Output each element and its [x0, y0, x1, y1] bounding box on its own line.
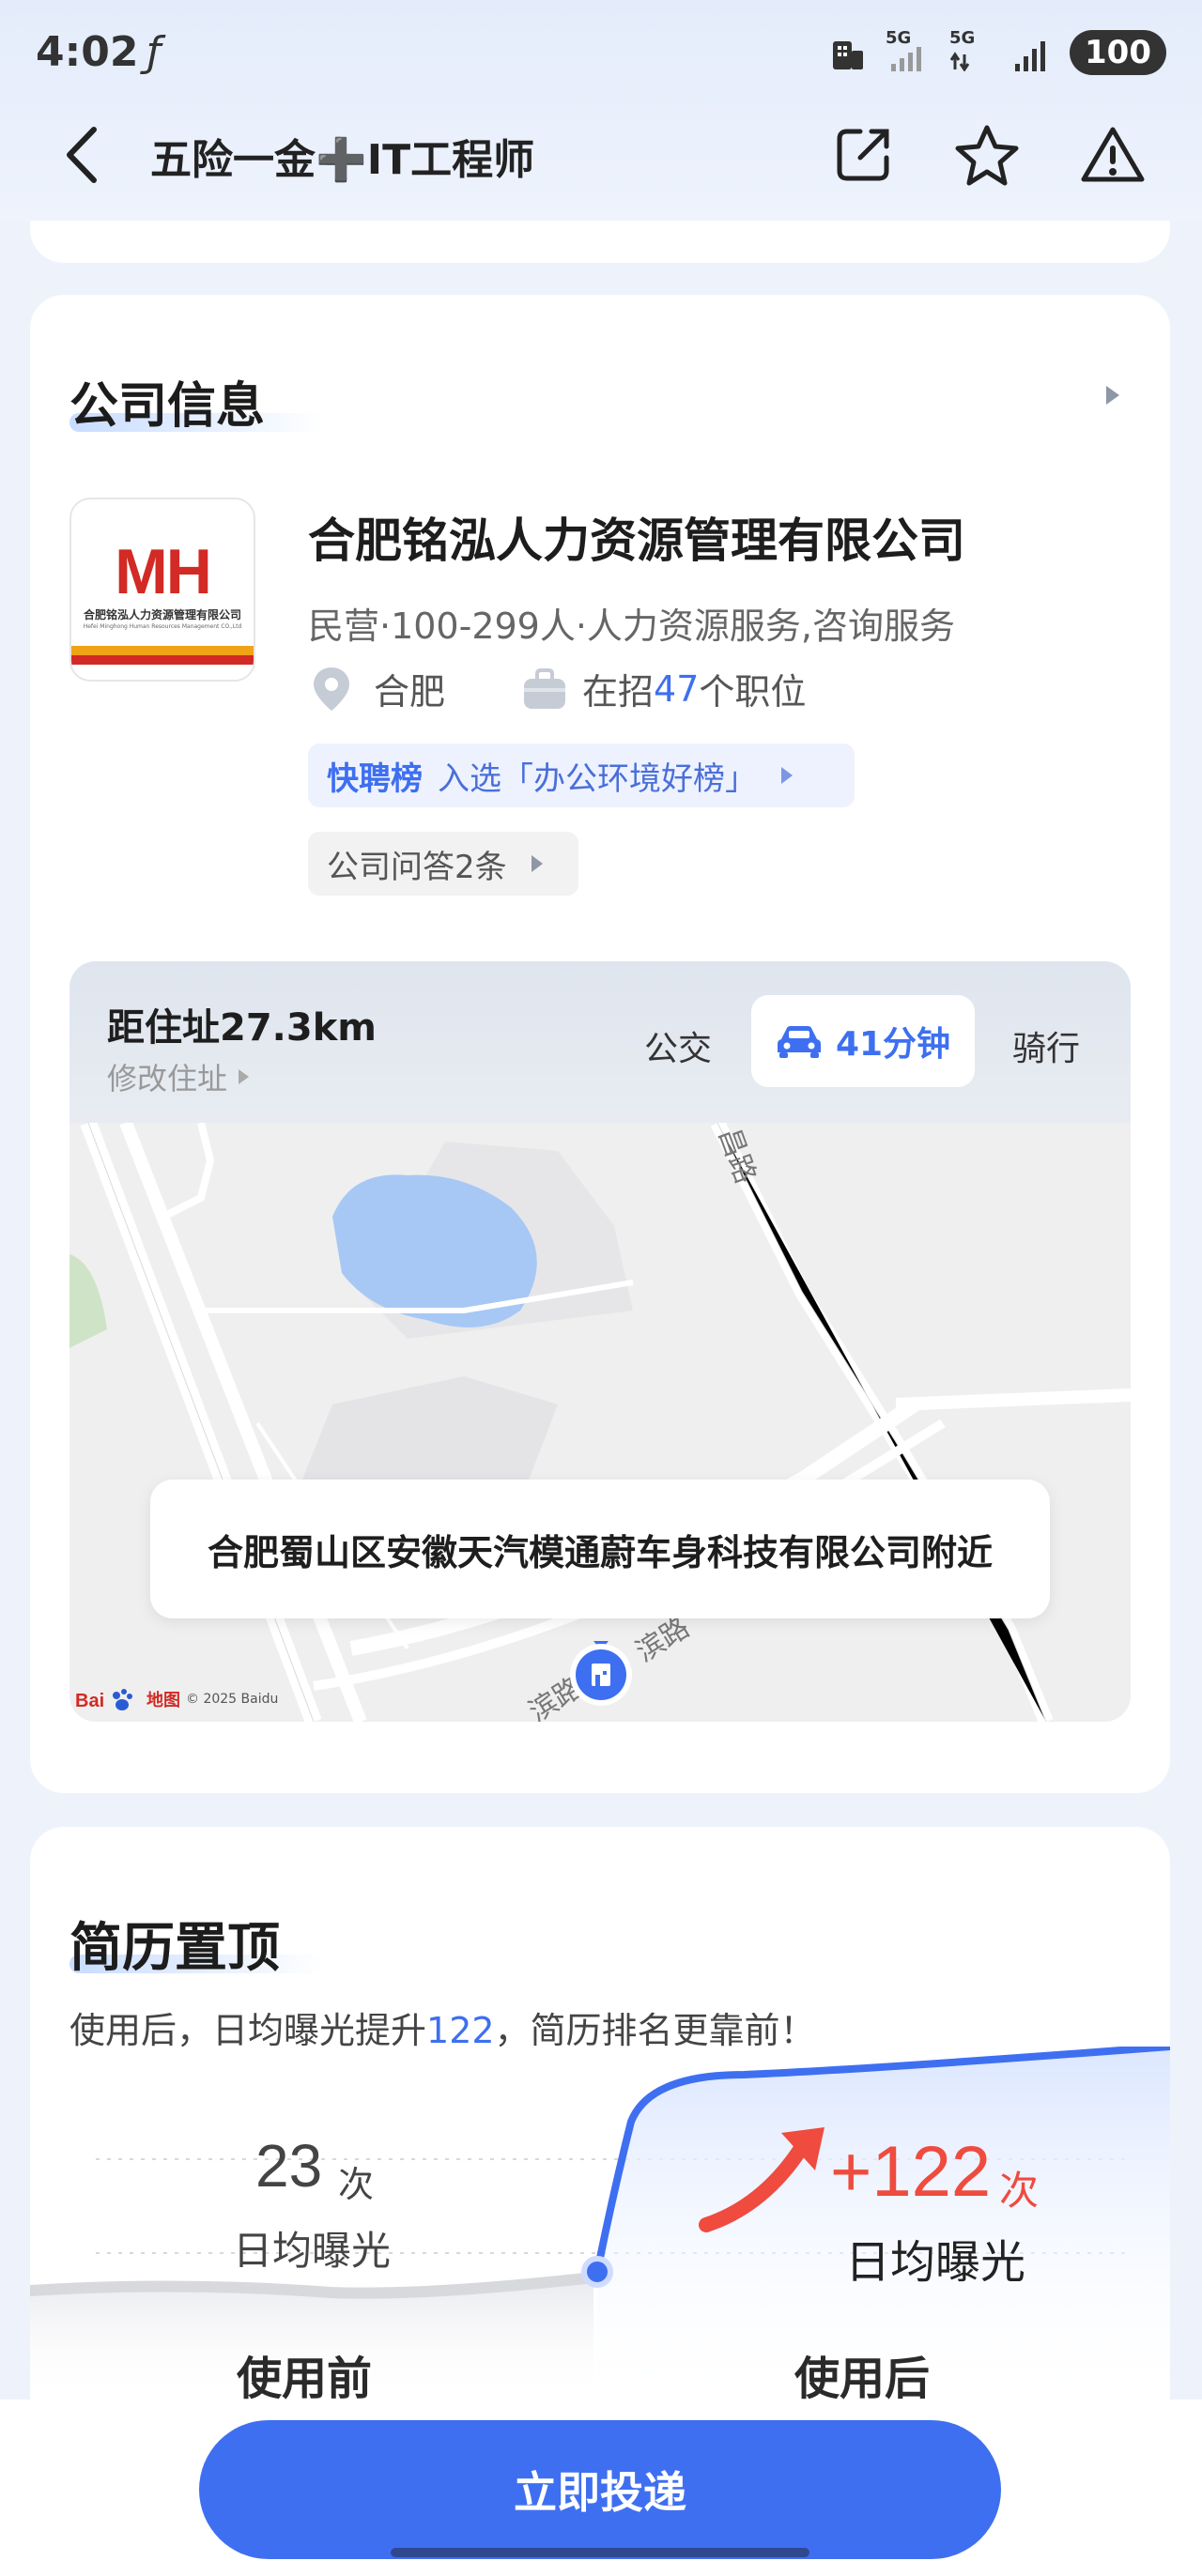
before-label: 日均曝光	[233, 2228, 392, 2274]
chevron-right-icon[interactable]	[1106, 386, 1119, 405]
exposure-curve	[30, 2047, 1170, 2394]
qa-text: 公司问答2条	[327, 848, 507, 886]
jobs-count: 47	[654, 667, 700, 710]
company-name[interactable]: 合肥铭泓人力资源管理有限公司	[308, 503, 965, 571]
back-icon[interactable]	[56, 124, 113, 186]
company-qa-tag[interactable]: 公司问答2条	[308, 832, 578, 896]
logo-english-text: Hefei Minghong Human Resources Managemen…	[83, 623, 242, 630]
period-before: 使用前	[237, 2353, 373, 2405]
distance-text: 距住址27.3km	[107, 1006, 377, 1050]
before-unit: 次	[338, 2164, 375, 2205]
logo-stripe	[71, 655, 254, 665]
ranking-text: 入选「办公环境好榜」	[438, 759, 757, 798]
jobs-prefix: 在招	[582, 671, 655, 713]
briefcase-icon	[524, 667, 565, 709]
status-icons: 5G 5G 100	[831, 28, 1166, 75]
commute-map: 距住址27.3km 修改住址 公交 41分钟 骑行 昌路 滨路 滨路 合肥蜀山区…	[69, 961, 1131, 1722]
commute-header: 距住址27.3km 修改住址 公交 41分钟 骑行	[69, 961, 1131, 1123]
apply-button[interactable]: 立即投递	[199, 2420, 1001, 2559]
signal-5g-icon: 5G	[886, 28, 931, 71]
network-label-1: 5G	[886, 28, 912, 48]
after-unit: 次	[999, 2168, 1040, 2214]
mode-car-duration: 41分钟	[835, 1025, 951, 1064]
status-time: 4:02	[36, 28, 139, 76]
baidu-paw-icon: Bai	[75, 1689, 132, 1711]
chevron-right-icon	[781, 767, 793, 784]
baidu-map-label: 地图	[146, 1691, 180, 1710]
map-roads	[69, 1123, 1131, 1722]
company-jobs[interactable]: 在招 47 个职位	[522, 663, 806, 714]
star-icon[interactable]	[950, 118, 1024, 192]
map-pin-icon[interactable]	[565, 1637, 637, 1709]
resume-subtitle: 使用后，日均曝光提升122，简历排名更靠前！	[69, 2001, 816, 2053]
logo-stripe	[71, 646, 254, 655]
ranking-name: 快聘榜	[327, 759, 423, 798]
share-icon[interactable]	[826, 118, 900, 192]
map-canvas[interactable]: 昌路 昌路 滨路 滨路 滨路 合肥蜀山区安徽天汽模通蔚车身科技有限公司附近 Ba…	[69, 1123, 1131, 1722]
subtitle-suffix: ，简历排名更靠前！	[494, 2010, 816, 2051]
period-after: 使用后	[794, 2353, 931, 2405]
battery-indicator: 100	[1070, 30, 1166, 75]
company-meta: 民营·100-299人·人力资源服务,咨询服务	[308, 606, 956, 647]
ranking-tag[interactable]: 快聘榜 入选「办公环境好榜」	[308, 744, 855, 807]
mode-bus-tab[interactable]: 公交	[644, 1021, 712, 1070]
car-icon	[777, 1026, 821, 1058]
subtitle-prefix: 使用后，日均曝光提升	[69, 2010, 427, 2051]
exposure-chart	[30, 2047, 1170, 2394]
status-bar: 4:02 ƒ 5G 5G 100	[0, 0, 1202, 103]
nav-bar: 五险一金➕IT工程师	[0, 103, 1202, 207]
edit-address-link[interactable]: 修改住址	[107, 1055, 250, 1098]
map-copyright: © 2025 Baidu	[186, 1692, 279, 1707]
home-indicator[interactable]	[391, 2548, 809, 2557]
mode-bike-tab[interactable]: 骑行	[1012, 1021, 1080, 1070]
signal-bars-icon	[1013, 34, 1051, 71]
baidu-map-logo: Bai 地图 © 2025 Baidu	[75, 1686, 278, 1712]
warning-icon[interactable]	[1076, 118, 1149, 192]
location-pin-icon	[314, 667, 349, 711]
app-notification-icon: ƒ	[146, 28, 162, 76]
signal-5g-data-icon: 5G	[949, 28, 994, 71]
network-label-2: 5G	[949, 28, 976, 48]
svg-text:Bai: Bai	[75, 1691, 104, 1711]
before-value: 23	[255, 2132, 323, 2200]
edit-address-label: 修改住址	[107, 1061, 228, 1096]
resume-section-title: 简历置顶	[69, 1918, 280, 1979]
subtitle-number: 122	[426, 2010, 495, 2051]
after-label: 日均曝光	[845, 2236, 1026, 2289]
bottom-action-bar: 立即投递	[0, 2400, 1202, 2576]
company-city: 合肥	[374, 671, 446, 713]
company-logo: MH 合肥铭泓人力资源管理有限公司 Hefei Minghong Human R…	[69, 498, 255, 682]
chevron-right-icon	[239, 1069, 250, 1084]
company-section-title: 公司信息	[69, 378, 266, 435]
building-icon	[831, 34, 867, 71]
jobs-suffix: 个职位	[699, 671, 807, 713]
company-location: 合肥	[310, 663, 445, 714]
chevron-right-icon	[531, 855, 543, 872]
logo-chinese-text: 合肥铭泓人力资源管理有限公司	[83, 608, 241, 621]
location-label: 合肥蜀山区安徽天汽模通蔚车身科技有限公司附近	[150, 1480, 1050, 1618]
mode-car-tab[interactable]: 41分钟	[751, 995, 975, 1087]
top-bar: 4:02 ƒ 5G 5G 100 五险一金➕IT工程师	[0, 0, 1202, 221]
after-value: +122	[830, 2132, 992, 2212]
page-title: 五险一金➕IT工程师	[150, 136, 535, 184]
logo-mark: MH	[115, 536, 212, 607]
